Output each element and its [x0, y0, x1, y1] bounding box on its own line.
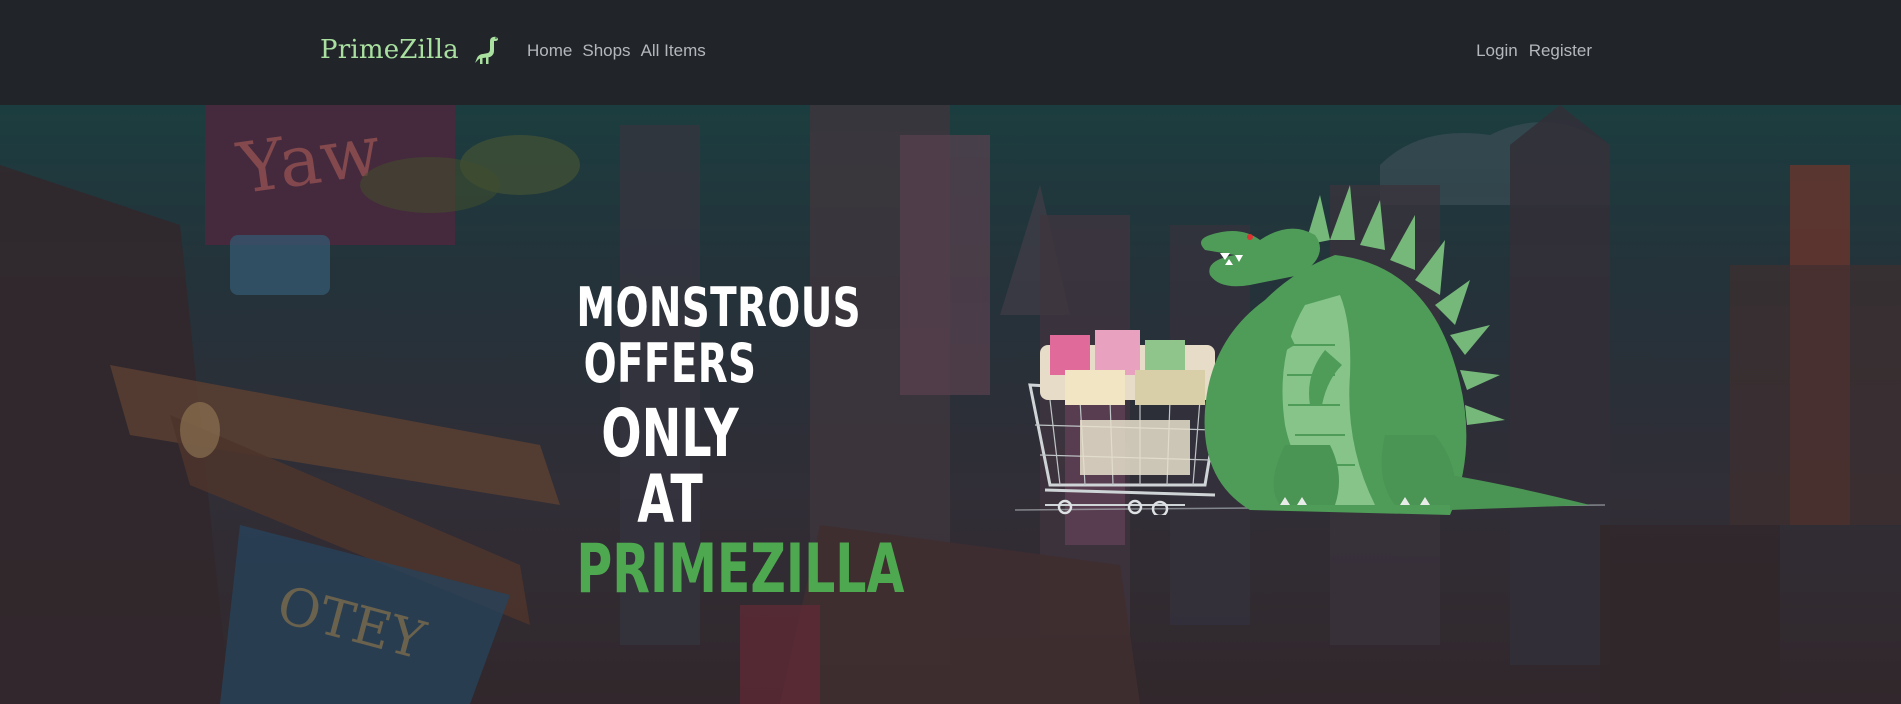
- dinosaur-logo-icon: [474, 36, 498, 64]
- brand-name: PrimeZilla: [320, 35, 459, 65]
- hero-banner: Yaw OTEY MONSTROUS OFFERS ONLY AT PRIMEZ…: [0, 105, 1901, 704]
- shopping-cart-icon: [1028, 330, 1222, 515]
- headline-line-2: OFFERS: [583, 332, 757, 395]
- nav-shops-link[interactable]: Shops: [581, 41, 639, 61]
- navbar: PrimeZilla Home Shops All Items Login Re…: [0, 0, 1901, 105]
- nav-login-link[interactable]: Login: [1465, 41, 1518, 61]
- nav-primary-links: Home Shops All Items: [527, 41, 715, 61]
- headline-brand-line: PRIMEZILLA: [576, 530, 905, 609]
- nav-home-link[interactable]: Home: [527, 41, 581, 61]
- headline-line-3: ONLY AT: [601, 395, 739, 538]
- headline-line-1: MONSTROUS: [576, 276, 862, 339]
- nav-register-link[interactable]: Register: [1518, 41, 1592, 61]
- nav-all-items-link[interactable]: All Items: [640, 41, 715, 61]
- godzilla-monster-icon: [1201, 185, 1590, 515]
- hero-headline: MONSTROUS OFFERS ONLY AT PRIMEZILLA: [576, 276, 905, 609]
- nav-auth-links: Login Register: [1465, 41, 1592, 61]
- brand-link[interactable]: PrimeZilla: [320, 33, 501, 67]
- godzilla-shopping-cart-illustration: [1014, 185, 1606, 515]
